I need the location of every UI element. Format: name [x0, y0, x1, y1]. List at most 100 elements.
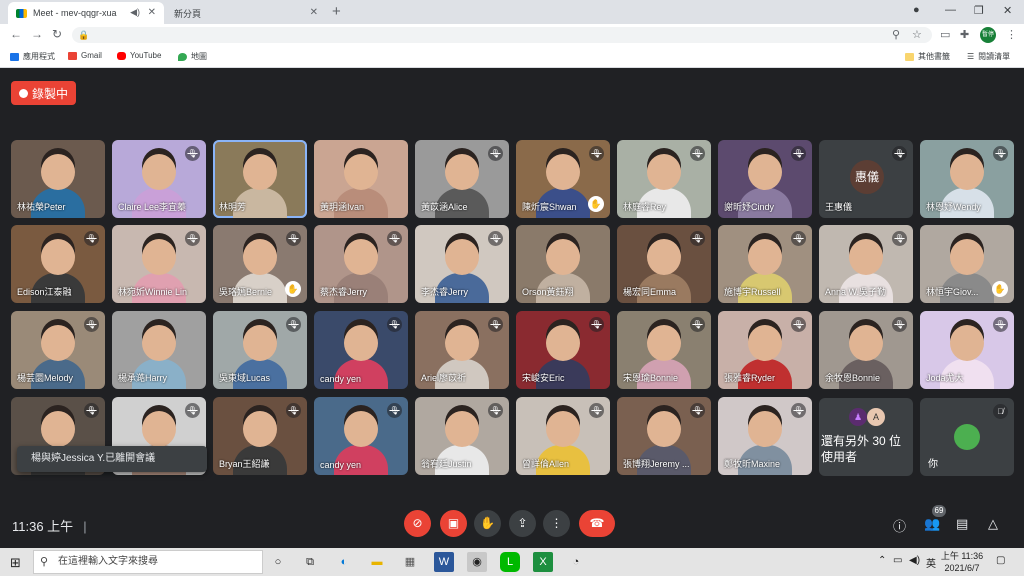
participant-tile[interactable]: 🎙 翁宥廷Justin	[415, 397, 509, 475]
participant-tile[interactable]: 🎙 蔡杰睿Jerry	[314, 225, 408, 303]
volume-icon[interactable]: ◀)	[909, 555, 920, 566]
present-button[interactable]: ⇪	[509, 510, 536, 537]
store-icon[interactable]: ▦	[400, 552, 420, 572]
bookmark-apps[interactable]: 應用程式	[10, 51, 55, 62]
cast-icon[interactable]: ▭	[940, 28, 950, 41]
participant-tile[interactable]: Orson黃鈺翔	[516, 225, 610, 303]
close-tab-icon[interactable]: ✕	[148, 7, 156, 18]
participant-tile[interactable]: 🎙 candy yen	[314, 311, 408, 389]
people-icon[interactable]: 👥	[924, 516, 940, 532]
word-icon[interactable]: W	[434, 552, 454, 572]
participant-tile[interactable]: 🎙 林宛妡Winnie Lin	[112, 225, 206, 303]
raise-hand-button[interactable]: ✋	[474, 510, 501, 537]
participant-tile[interactable]: 🎙 張雅睿Ryder	[718, 311, 812, 389]
bookmark-maps[interactable]: 地圖	[178, 51, 207, 62]
participant-tile[interactable]: 🎙 Claire Lee李宜蓁	[112, 140, 206, 218]
back-icon[interactable]: ←	[10, 27, 22, 41]
tab-meet[interactable]: Meet - mev-qqgr-xua ◀) ✕	[8, 2, 164, 24]
participant-tile[interactable]: 林明芳	[213, 140, 307, 218]
self-tile[interactable]: 🎙̸ 你	[920, 398, 1014, 476]
participant-name: 蔡杰睿Jerry	[320, 287, 367, 297]
file-explorer-icon[interactable]: ▬	[367, 552, 387, 572]
participant-tile[interactable]: 🎙 吳東域Lucas	[213, 311, 307, 389]
participant-tile[interactable]: 🎙 Joda尤大	[920, 311, 1014, 389]
participant-tile[interactable]: 🎙 宋恩瑜Bonnie	[617, 311, 711, 389]
participant-tile[interactable]: 🎙 Edison江泰融	[11, 225, 105, 303]
participant-video-face	[445, 154, 479, 190]
mic-toggle-button[interactable]: ⊘	[404, 510, 431, 537]
notification-icon[interactable]: ▢	[996, 555, 1005, 566]
participant-tile[interactable]: 🎙 李杰睿Jerry	[415, 225, 509, 303]
participant-tile[interactable]: 🎙 Ariel廖苡祈	[415, 311, 509, 389]
app-icon[interactable]: ◔	[566, 552, 586, 572]
participant-tile[interactable]: 🎙 林恩妤Wendy	[920, 140, 1014, 218]
new-tab-button[interactable]: +	[332, 3, 341, 20]
mic-off-icon: 🎙	[892, 231, 907, 246]
minimize-button[interactable]: —	[945, 4, 956, 16]
more-options-button[interactable]: ⋮	[543, 510, 570, 537]
profile-avatar[interactable]: 暫停	[980, 27, 996, 43]
speaker-icon[interactable]: ◀)	[130, 7, 140, 18]
bookmark-gmail[interactable]: Gmail	[68, 51, 102, 60]
network-icon[interactable]: ▭	[893, 555, 902, 566]
bookmark-label: 其他書籤	[918, 52, 950, 61]
line-icon[interactable]: L	[500, 552, 520, 572]
tab-search-icon[interactable]: ●	[913, 4, 920, 16]
mic-off-icon: 🎙	[690, 403, 705, 418]
participant-tile[interactable]: 🎙 Bryan王紹謙	[213, 397, 307, 475]
edge-icon[interactable]: ◐	[334, 552, 354, 572]
taskbar-search-input[interactable]: ⚲ 在這裡輸入文字來搜尋	[33, 550, 263, 574]
taskbar-clock[interactable]: 上午 11:36 2021/6/7	[937, 550, 987, 574]
participant-tile[interactable]: 黃玥涵Ivan	[314, 140, 408, 218]
participant-tile[interactable]: 🎙 鄭牧昕Maxine	[718, 397, 812, 475]
participant-tile[interactable]: 🎙 余牧恩Bonnie	[819, 311, 913, 389]
windows-start-icon[interactable]: ⊞	[10, 555, 21, 571]
others-tile[interactable]: ♟ A 還有另外 30 位使用者	[819, 398, 913, 476]
participant-tile[interactable]: ✋ 林恒宇Giov...	[920, 225, 1014, 303]
activities-icon[interactable]: △	[988, 516, 998, 532]
reload-icon[interactable]: ↻	[52, 27, 62, 41]
extensions-icon[interactable]: ✚	[960, 28, 969, 41]
end-call-button[interactable]: ☎	[579, 510, 615, 537]
camera-toggle-button[interactable]: ▣	[440, 510, 467, 537]
participant-tile[interactable]: 🎙 黃苡涵Alice	[415, 140, 509, 218]
participant-tile[interactable]: 林祐榮Peter	[11, 140, 105, 218]
reading-list[interactable]: ☰ 閱讀清單	[967, 51, 1010, 62]
maximize-button[interactable]: ❐	[974, 4, 984, 17]
participant-tile[interactable]: 🎙 ✋ 吳珞嫣Bernie	[213, 225, 307, 303]
tray-chevron-icon[interactable]: ⌃	[878, 555, 886, 566]
participant-tile[interactable]: 🎙 Anna W.吳子勤	[819, 225, 913, 303]
menu-icon[interactable]: ⋮	[1006, 28, 1017, 41]
participant-tile[interactable]: 楊承澔Harry	[112, 311, 206, 389]
chrome-icon[interactable]: ◉	[467, 552, 487, 572]
info-icon[interactable]: ⓘ	[893, 516, 906, 535]
bookmark-youtube[interactable]: YouTube	[117, 51, 161, 60]
task-view-icon[interactable]: ⧉	[300, 552, 320, 572]
close-tab-icon[interactable]: ✕	[310, 7, 318, 18]
other-bookmarks[interactable]: 其他書籤	[905, 51, 950, 62]
participant-tile[interactable]: 🎙 林庭睿Rey	[617, 140, 711, 218]
zoom-icon[interactable]: ⚲	[892, 28, 900, 41]
participant-name: 黃苡涵Alice	[421, 202, 468, 212]
participant-tile[interactable]: 🎙 謝昕妤Cindy	[718, 140, 812, 218]
cortana-icon[interactable]: ○	[268, 552, 288, 572]
participant-tile[interactable]: 🎙 ✋ 陳炘宸Shwan	[516, 140, 610, 218]
recording-badge[interactable]: 錄製中	[11, 81, 76, 105]
participant-tile[interactable]: 🎙 施博宇Russell	[718, 225, 812, 303]
close-window-button[interactable]: ✕	[1003, 4, 1012, 17]
participant-tile[interactable]: 🎙 曾詳倫Allen	[516, 397, 610, 475]
participant-tile[interactable]: 🎙 candy yen	[314, 397, 408, 475]
ime-indicator[interactable]: 英	[926, 555, 936, 570]
excel-icon[interactable]: X	[533, 552, 553, 572]
participant-video-face	[546, 325, 580, 361]
forward-icon[interactable]: →	[31, 27, 43, 41]
bookmark-star-icon[interactable]: ☆	[912, 28, 922, 41]
chat-icon[interactable]: ▤	[956, 516, 968, 532]
address-bar[interactable]: 🔒	[72, 27, 932, 43]
participant-tile[interactable]: 🎙 楊芸圜Melody	[11, 311, 105, 389]
tab-new[interactable]: 新分頁 ✕	[166, 2, 326, 24]
participant-tile[interactable]: 🎙 宋峻安Eric	[516, 311, 610, 389]
participant-tile[interactable]: 🎙 張博翔Jeremy ...	[617, 397, 711, 475]
participant-tile[interactable]: 惠儀 🎙 王惠儀	[819, 140, 913, 218]
participant-tile[interactable]: 🎙 楊宏同Emma	[617, 225, 711, 303]
